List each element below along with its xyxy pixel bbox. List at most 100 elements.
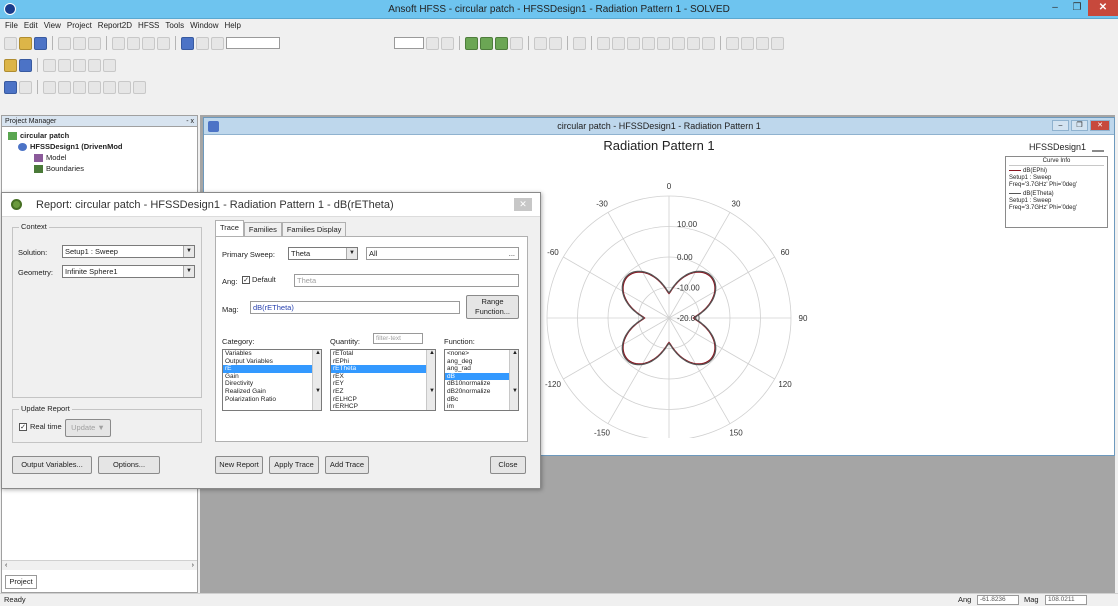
wave-icon-5[interactable] (657, 36, 670, 50)
ellipsis-button[interactable]: ... (509, 248, 515, 259)
list-item[interactable]: rEZ (331, 388, 435, 396)
list-item[interactable]: Output Variables (223, 358, 321, 366)
geometry-select[interactable]: Infinite Sphere1 ▼ (62, 265, 195, 278)
view-icon-2[interactable] (19, 80, 32, 94)
wave-icon-7[interactable] (687, 36, 700, 50)
tree-item-project[interactable]: circular patch (8, 130, 197, 141)
wave-icon-1[interactable] (597, 36, 610, 50)
select-icon[interactable] (181, 36, 194, 50)
list-item[interactable]: rETotal (331, 350, 435, 358)
prev-icon[interactable] (741, 36, 754, 50)
table-icon[interactable] (573, 36, 586, 50)
apply-trace-button[interactable]: Apply Trace (269, 456, 319, 474)
output-variables-button[interactable]: Output Variables... (12, 456, 92, 474)
menu-help[interactable]: Help (225, 19, 241, 32)
last-icon[interactable] (771, 36, 784, 50)
tool-icon-3[interactable] (43, 58, 56, 72)
grid-icon[interactable] (441, 36, 454, 50)
tool-icon-7[interactable] (103, 58, 116, 72)
mag-field[interactable]: dB(rETheta) (250, 301, 460, 314)
category-scrollbar[interactable]: ▲ ▼ (312, 350, 321, 410)
ang-field[interactable]: Theta (294, 274, 519, 287)
redo-icon[interactable] (157, 36, 170, 50)
quantity-list[interactable]: rETotal rEPhi rETheta rEX rEY rEZ rELHCP… (330, 349, 436, 411)
tab-trace[interactable]: Trace (215, 220, 244, 236)
maximize-button[interactable]: ❐ (1066, 0, 1088, 16)
sweep-values-field[interactable]: All... (366, 247, 519, 260)
options-button[interactable]: Options... (98, 456, 160, 474)
wave-icon-2[interactable] (612, 36, 625, 50)
menu-hfss[interactable]: HFSS (138, 19, 159, 32)
open-icon[interactable] (19, 36, 32, 50)
help-icon[interactable] (19, 58, 32, 72)
report-icon[interactable] (510, 36, 523, 50)
menu-project[interactable]: Project (67, 19, 92, 32)
list-item[interactable]: Polarization Ratio (223, 396, 321, 404)
minimize-button[interactable]: ‒ (1044, 0, 1066, 16)
fit-icon[interactable] (73, 80, 86, 94)
quantity-filter-input[interactable]: filter-text (373, 333, 423, 344)
list-item[interactable]: dBc (445, 396, 518, 404)
new-icon[interactable] (4, 36, 17, 50)
undo-icon[interactable] (142, 36, 155, 50)
function-list[interactable]: <none> ang_deg ang_rad dB dB10normalize … (444, 349, 519, 411)
view-icon-1[interactable] (4, 80, 17, 94)
unit-combo[interactable] (394, 37, 424, 49)
wave-icon-3[interactable] (627, 36, 640, 50)
list-item[interactable]: rEY (331, 380, 435, 388)
quantity-scrollbar[interactable]: ▲ ▼ (426, 350, 435, 410)
rho-icon[interactable] (534, 36, 547, 50)
function-scrollbar[interactable]: ▲ ▼ (509, 350, 518, 410)
tool-icon-5[interactable] (73, 58, 86, 72)
rotate-icon[interactable] (43, 80, 56, 94)
tree-item-design[interactable]: HFSSDesign1 (DrivenMod (8, 141, 197, 152)
update-button[interactable]: Update ▼ (65, 419, 111, 437)
list-item[interactable]: ang_deg (445, 358, 518, 366)
curve-icon[interactable] (549, 36, 562, 50)
add-trace-button[interactable]: Add Trace (325, 456, 369, 474)
solution-select[interactable]: Setup1 : Sweep ▼ (62, 245, 195, 258)
tool-icon-4[interactable] (58, 58, 71, 72)
list-item[interactable]: rEX (331, 373, 435, 381)
list-item[interactable]: Variables (223, 350, 321, 358)
menu-window[interactable]: Window (190, 19, 218, 32)
save-icon[interactable] (34, 36, 47, 50)
zoom-window-icon[interactable] (133, 80, 146, 94)
menu-file[interactable]: File (5, 19, 18, 32)
list-item[interactable]: rEPhi (331, 358, 435, 366)
zoom-in-icon[interactable] (103, 80, 116, 94)
default-checkbox[interactable]: ✓ Default (242, 275, 276, 284)
report-dialog-close-button[interactable]: ✕ (514, 198, 532, 211)
print-icon[interactable] (112, 36, 125, 50)
cut-icon[interactable] (58, 36, 71, 50)
delete-icon[interactable] (127, 36, 140, 50)
first-icon[interactable] (726, 36, 739, 50)
list-item[interactable]: ang_rad (445, 365, 518, 373)
new-report-button[interactable]: New Report (215, 456, 263, 474)
face-icon[interactable] (211, 36, 224, 50)
analyze-icon[interactable] (465, 36, 478, 50)
list-item[interactable]: Gain (223, 373, 321, 381)
list-item[interactable]: dB (445, 372, 518, 381)
realtime-checkbox[interactable]: ✓ Real time (19, 422, 62, 431)
object-icon[interactable] (196, 36, 209, 50)
project-manager-scrollbar[interactable]: ‹ › (2, 560, 197, 570)
fit-selected-icon[interactable] (88, 80, 101, 94)
list-item[interactable]: rERHCP (331, 403, 435, 410)
list-item[interactable]: <none> (445, 350, 518, 358)
validate-icon[interactable] (426, 36, 439, 50)
tree-item-boundaries[interactable]: Boundaries (8, 163, 197, 174)
paste-icon[interactable] (88, 36, 101, 50)
list-item[interactable]: Realized Gain (223, 388, 321, 396)
category-list[interactable]: Variables Output Variables rE Gain Direc… (222, 349, 322, 411)
list-item[interactable]: rELHCP (331, 396, 435, 404)
range-function-button[interactable]: Range Function... (466, 295, 519, 319)
wave-icon-4[interactable] (642, 36, 655, 50)
menu-report2d[interactable]: Report2D (98, 19, 132, 32)
project-tab[interactable]: Project (5, 575, 37, 589)
menu-edit[interactable]: Edit (24, 19, 38, 32)
results-icon[interactable] (495, 36, 508, 50)
list-item[interactable]: rETheta (331, 365, 435, 373)
pan-icon[interactable] (58, 80, 71, 94)
list-item[interactable]: dB20normalize (445, 388, 518, 396)
